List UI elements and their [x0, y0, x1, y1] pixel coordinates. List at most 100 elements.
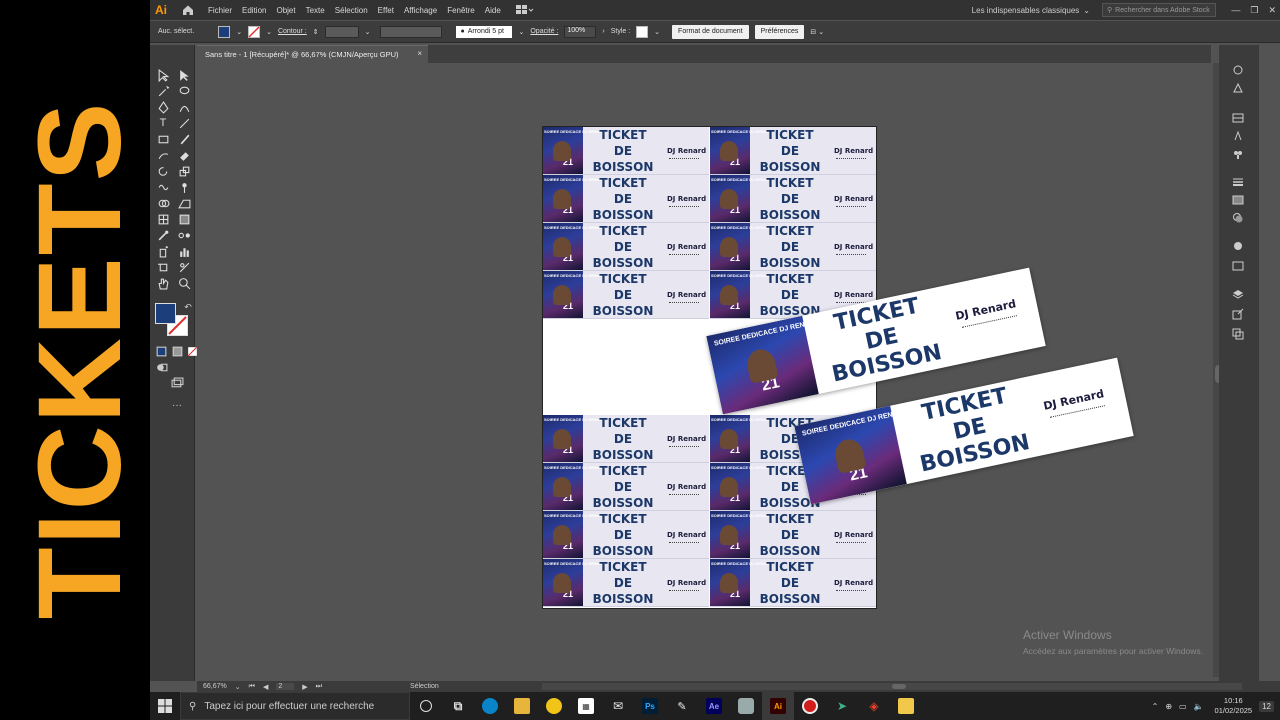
network-icon[interactable]: ⊕ [1165, 702, 1172, 711]
screen-mode-icon[interactable] [169, 375, 185, 391]
ticket[interactable]: SOIREE DEDICACE DJ RENARD 21 TICKET DE BOISS… [543, 175, 709, 223]
first-artboard-icon[interactable]: ⏮ [249, 683, 255, 691]
curvature-tool-icon[interactable] [176, 99, 192, 115]
transparency-panel-icon[interactable] [1231, 211, 1245, 225]
chevron-up-icon[interactable]: ⌃ [1152, 702, 1159, 711]
menu-objet[interactable]: Objet [271, 6, 300, 15]
rectangle-tool-icon[interactable] [155, 131, 171, 147]
app-icon[interactable]: ✎ [666, 692, 698, 720]
symbol-sprayer-tool-icon[interactable] [155, 243, 171, 259]
menu-fichier[interactable]: Fichier [203, 6, 237, 15]
libraries-panel-icon[interactable] [1231, 81, 1245, 95]
shape-builder-tool-icon[interactable] [155, 195, 171, 211]
app-icon[interactable] [730, 692, 762, 720]
taskbar-search-input[interactable]: ⚲ Tapez ici pour effectuer une recherche [180, 692, 410, 720]
stroke-color-swatch[interactable] [248, 25, 261, 38]
ticket[interactable]: SOIREE DEDICACE DJ RENARD 21 TICKET DE BOISS… [710, 223, 876, 271]
gradient-mode-icon[interactable] [169, 343, 185, 359]
blend-tool-icon[interactable] [176, 227, 192, 243]
brushes-panel-icon[interactable] [1231, 129, 1245, 143]
export-panel-icon[interactable] [1231, 307, 1245, 321]
menu-affichage[interactable]: Affichage [399, 6, 442, 15]
chevron-down-icon[interactable]: ⌄ [236, 28, 242, 36]
image-trace-icon[interactable] [1231, 259, 1245, 273]
ticket[interactable]: SOIREE DEDICACE DJ RENARD 21 TICKET DE BOISS… [710, 559, 876, 607]
ticket[interactable]: SOIREE DEDICACE DJ RENARD 21 TICKET DE BOISS… [710, 127, 876, 175]
task-view-icon[interactable]: ⧉ [442, 692, 474, 720]
stroke-weight-field[interactable] [324, 25, 359, 38]
symbols-panel-icon[interactable] [1231, 147, 1245, 161]
zoom-tool-icon[interactable] [176, 275, 192, 291]
prev-artboard-icon[interactable]: ◀ [263, 683, 268, 691]
align-icon[interactable]: ⊟ ⌄ [810, 28, 824, 36]
menu-fenetre[interactable]: Fenêtre [442, 6, 480, 15]
last-artboard-icon[interactable]: ⏭ [316, 683, 322, 691]
ticket[interactable]: SOIREE DEDICACE DJ RENARD 21 TICKET DE BOISS… [543, 463, 709, 511]
file-explorer-icon[interactable] [506, 692, 538, 720]
selection-tool-icon[interactable] [155, 67, 171, 83]
variable-width-field[interactable] [380, 25, 443, 38]
edit-toolbar-icon[interactable]: ··· [169, 397, 185, 413]
eyedropper-tool-icon[interactable] [155, 227, 171, 243]
brush-definition[interactable]: ● Arrondi 5 pt [456, 25, 513, 38]
shaper-tool-icon[interactable] [155, 147, 171, 163]
none-mode-icon[interactable] [184, 343, 200, 359]
fill-color-swatch[interactable] [218, 25, 231, 38]
gradient-panel-icon[interactable] [1231, 193, 1245, 207]
ticket[interactable]: SOIREE DEDICACE DJ RENARD 21 TICKET DE BOISS… [543, 559, 709, 607]
horizontal-scroll-thumb[interactable] [892, 684, 906, 689]
color-mode-icon[interactable] [153, 343, 169, 359]
ticket[interactable]: SOIREE DEDICACE DJ RENARD 21 TICKET DE BOISS… [543, 223, 709, 271]
clock[interactable]: 10:16 01/02/2025 [1215, 696, 1253, 716]
menu-effet[interactable]: Effet [373, 6, 399, 15]
cortana-icon[interactable] [410, 692, 442, 720]
chevron-right-icon[interactable]: › [602, 28, 604, 35]
eraser-tool-icon[interactable] [176, 147, 192, 163]
app-icon[interactable]: ➤ [826, 692, 858, 720]
layers-panel-icon[interactable] [1231, 287, 1245, 301]
ticket[interactable]: SOIREE DEDICACE DJ RENARD 21 TICKET DE BOISS… [543, 511, 709, 559]
ticket[interactable]: SOIREE DEDICACE DJ RENARD 21 TICKET DE BOISS… [543, 271, 709, 319]
ticket[interactable]: SOIREE DEDICACE DJ RENARD 21 TICKET DE BOISS… [710, 175, 876, 223]
pen-tool-icon[interactable] [155, 99, 171, 115]
horizontal-scrollbar[interactable] [542, 683, 1242, 690]
appearance-panel-icon[interactable] [1231, 63, 1245, 77]
stroke-label[interactable]: Contour : [278, 28, 307, 35]
type-tool-icon[interactable]: T [155, 115, 171, 131]
stroke-weight-stepper[interactable]: ⇕ [313, 28, 319, 36]
swatches-panel-icon[interactable] [1231, 111, 1245, 125]
artboards-panel-icon[interactable] [1231, 327, 1245, 341]
color-guide-icon[interactable] [1231, 239, 1245, 253]
swap-colors-icon[interactable]: ↶ [180, 299, 196, 315]
rotate-tool-icon[interactable] [155, 163, 171, 179]
chevron-down-icon[interactable]: ⌄ [266, 28, 272, 36]
close-icon[interactable]: ✕ [1268, 5, 1276, 16]
style-swatch[interactable] [636, 25, 649, 38]
magic-wand-tool-icon[interactable] [155, 83, 171, 99]
home-icon[interactable] [181, 3, 195, 17]
minimize-icon[interactable]: — [1231, 5, 1240, 15]
chevron-down-icon[interactable]: ⌄ [365, 28, 371, 36]
chevron-down-icon[interactable]: ⌄ [518, 28, 524, 36]
preferences-button[interactable]: Préférences [754, 24, 805, 39]
lasso-tool-icon[interactable] [176, 83, 192, 99]
store-icon[interactable]: ▦ [570, 692, 602, 720]
app-icon[interactable]: ◈ [858, 692, 890, 720]
perspective-grid-tool-icon[interactable] [176, 195, 192, 211]
next-artboard-icon[interactable]: ▶ [302, 683, 307, 691]
line-tool-icon[interactable] [176, 115, 192, 131]
ticket[interactable]: SOIREE DEDICACE DJ RENARD 21 TICKET DE BOISS… [543, 415, 709, 463]
media-player-icon[interactable] [538, 692, 570, 720]
opacity-label[interactable]: Opacité : [530, 28, 558, 35]
menu-texte[interactable]: Texte [301, 6, 330, 15]
mesh-tool-icon[interactable] [155, 211, 171, 227]
illustrator-icon[interactable]: Ai [762, 692, 794, 720]
restore-icon[interactable]: ❐ [1250, 5, 1258, 16]
battery-icon[interactable]: ▭ [1179, 702, 1187, 711]
fill-color-swatch[interactable] [155, 303, 176, 324]
paintbrush-tool-icon[interactable] [176, 131, 192, 147]
ticket[interactable]: SOIREE DEDICACE DJ RENARD 21 TICKET DE BOISS… [543, 127, 709, 175]
close-tab-icon[interactable]: × [417, 49, 422, 58]
column-graph-tool-icon[interactable] [176, 243, 192, 259]
stock-search-input[interactable]: ⚲ Rechercher dans Adobe Stock [1102, 3, 1216, 17]
